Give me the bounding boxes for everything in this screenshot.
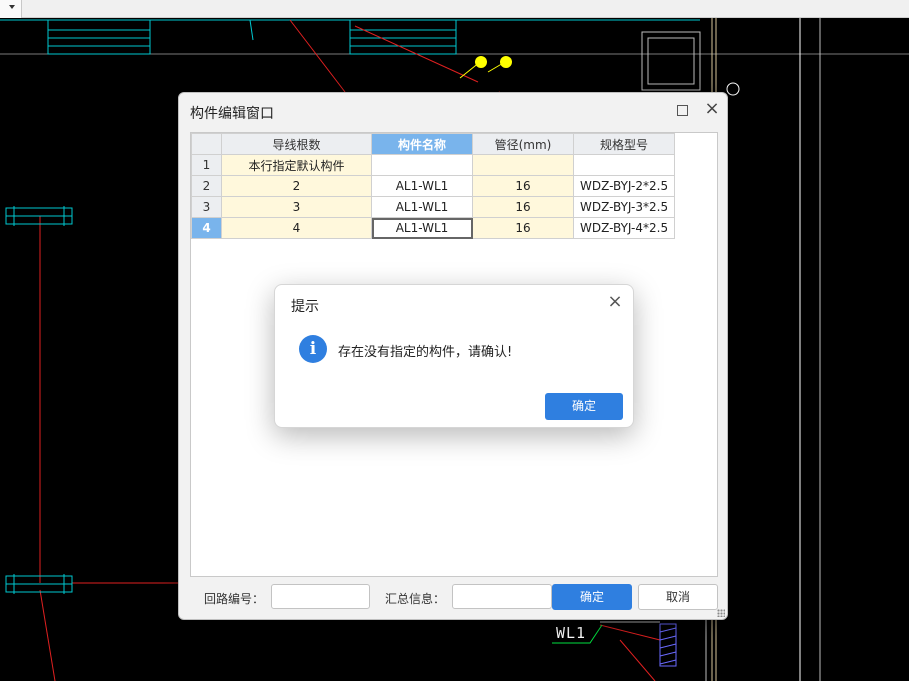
- cad-wire-label: WL1: [556, 624, 587, 642]
- table-row: 2 2 AL1-WL1 16 WDZ-BYJ-2*2.5: [191, 175, 675, 197]
- column-header-spec-model[interactable]: 规格型号: [573, 133, 675, 155]
- table-row: 3 3 AL1-WL1 16 WDZ-BYJ-3*2.5: [191, 196, 675, 218]
- row-number[interactable]: 3: [191, 196, 222, 218]
- cell-component-name[interactable]: [371, 154, 473, 176]
- summary-info-input[interactable]: [452, 584, 552, 609]
- row-number[interactable]: 2: [191, 175, 222, 197]
- column-header-component-name[interactable]: 构件名称: [371, 133, 473, 155]
- cell-pipe-diameter[interactable]: 16: [472, 175, 574, 197]
- info-icon: i: [299, 335, 327, 363]
- column-header-wire-count[interactable]: 导线根数: [221, 133, 372, 155]
- ok-button[interactable]: 确定: [552, 584, 632, 610]
- cell-spec-model[interactable]: WDZ-BYJ-3*2.5: [573, 196, 675, 218]
- circuit-number-input[interactable]: [271, 584, 370, 609]
- cell-wire-count[interactable]: 2: [221, 175, 372, 197]
- column-header-pipe-diameter[interactable]: 管径(mm): [472, 133, 574, 155]
- cell-pipe-diameter[interactable]: 16: [472, 196, 574, 218]
- cell-component-name[interactable]: AL1-WL1: [371, 175, 473, 197]
- window-title: 构件编辑窗口: [190, 106, 274, 122]
- cancel-button[interactable]: 取消: [638, 584, 718, 610]
- close-icon[interactable]: ×: [703, 99, 721, 119]
- cell-spec-model[interactable]: WDZ-BYJ-4*2.5: [573, 217, 675, 239]
- cell-pipe-diameter[interactable]: [472, 154, 574, 176]
- cell-wire-count[interactable]: 3: [221, 196, 372, 218]
- summary-info-label: 汇总信息：: [385, 592, 446, 606]
- dialog-title: 提示: [291, 299, 319, 315]
- cell-spec-model[interactable]: [573, 154, 675, 176]
- table-row: 4 4 AL1-WL1 16 WDZ-BYJ-4*2.5: [191, 217, 675, 239]
- cell-spec-model[interactable]: WDZ-BYJ-2*2.5: [573, 175, 675, 197]
- cell-component-name-active[interactable]: AL1-WL1: [371, 217, 473, 239]
- prompt-dialog: 提示 × i 存在没有指定的构件，请确认! 确定: [274, 284, 634, 428]
- row-number[interactable]: 4: [191, 217, 222, 239]
- corner-header[interactable]: [191, 133, 222, 155]
- table-header-row: 导线根数 构件名称 管径(mm) 规格型号: [191, 133, 675, 155]
- dialog-message: 存在没有指定的构件，请确认!: [338, 345, 513, 360]
- component-table: 导线根数 构件名称 管径(mm) 规格型号 1 本行指定默认构件 2 2 AL1…: [191, 133, 675, 239]
- resize-grip-icon[interactable]: [717, 609, 725, 617]
- cell-wire-count[interactable]: 4: [221, 217, 372, 239]
- dialog-ok-button[interactable]: 确定: [545, 393, 623, 420]
- dialog-close-icon[interactable]: ×: [605, 292, 625, 312]
- table-row: 1 本行指定默认构件: [191, 154, 675, 176]
- circuit-number-label: 回路编号：: [204, 592, 265, 606]
- cell-component-name[interactable]: AL1-WL1: [371, 196, 473, 218]
- cell-wire-count[interactable]: 本行指定默认构件: [221, 154, 372, 176]
- row-number[interactable]: 1: [191, 154, 222, 176]
- cell-pipe-diameter[interactable]: 16: [472, 217, 574, 239]
- maximize-icon[interactable]: [677, 105, 688, 116]
